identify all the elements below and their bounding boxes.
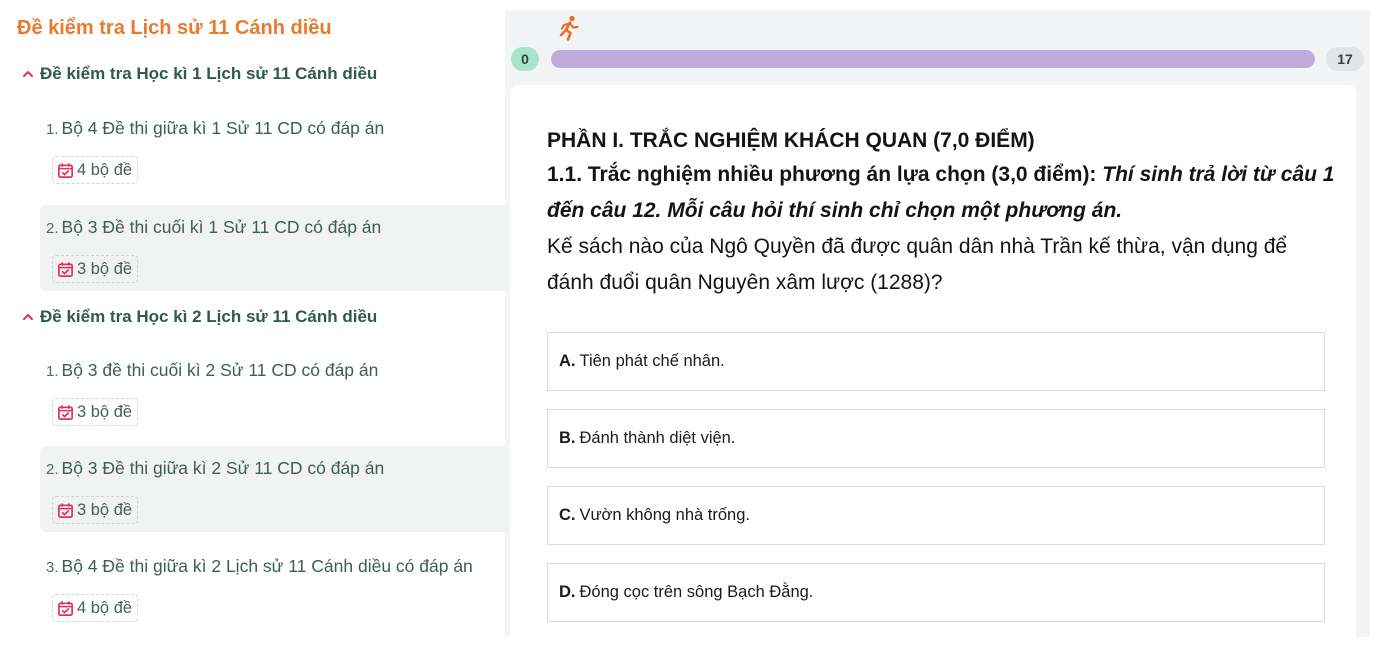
question-block: 1.1. Trắc nghiệm nhiều phương án lựa chọ…: [547, 157, 1337, 301]
badge-label: 3 bộ đề: [77, 259, 133, 278]
progress-bar-fill: [551, 50, 1315, 68]
count-badge: 4 bộ đề: [52, 594, 139, 622]
calendar-check-icon: [58, 502, 73, 518]
list-item[interactable]: 3. Bộ 4 Đề thi giữa kì 2 Lịch sử 11 Cánh …: [40, 544, 505, 630]
list-item-number: 1.: [46, 363, 59, 380]
count-badge: 4 bộ đề: [52, 156, 139, 184]
list-item-number: 2.: [46, 461, 59, 478]
option-text: Đánh thành diệt viện.: [579, 429, 736, 447]
option-letter: D.: [559, 583, 576, 601]
quiz-pane: 0 17 PHẦN I. TRẮC NGHIỆM KHÁCH QUAN (7,0…: [505, 10, 1370, 645]
list-item[interactable]: 1. Bộ 3 đề thi cuối kì 2 Sử 11 CD có đáp …: [40, 348, 505, 434]
progress-total-count: 17: [1326, 47, 1364, 71]
question-text: Kế sách nào của Ngô Quyền đã được quân d…: [547, 235, 1288, 294]
progress-start-count: 0: [511, 47, 539, 71]
option-letter: B.: [559, 429, 576, 447]
calendar-check-icon: [58, 404, 73, 420]
list-item[interactable]: 2. Bộ 3 Đề thi giữa kì 2 Sử 11 CD có đáp …: [40, 446, 505, 532]
answer-option-b[interactable]: B. Đánh thành diệt viện.: [547, 409, 1325, 468]
question-card: PHẦN I. TRẮC NGHIỆM KHÁCH QUAN (7,0 ĐIỂM…: [510, 85, 1356, 645]
calendar-check-icon: [58, 261, 73, 277]
list-item-title[interactable]: Bộ 4 Đề thi giữa kì 2 Lịch sử 11 Cánh di…: [62, 556, 473, 576]
list-item-title[interactable]: Bộ 3 Đề thi giữa kì 2 Sử 11 CD có đáp án: [62, 458, 385, 478]
count-badge: 3 bộ đề: [52, 255, 139, 283]
part-title: PHẦN I. TRẮC NGHIỆM KHÁCH QUAN (7,0 ĐIỂM…: [547, 129, 1035, 152]
badge-label: 3 bộ đề: [77, 402, 133, 421]
count-badge: 3 bộ đề: [52, 496, 139, 524]
badge-label: 4 bộ đề: [77, 598, 133, 617]
list-item-title[interactable]: Bộ 4 Đề thi giữa kì 1 Sử 11 CD có đáp án: [62, 118, 385, 138]
calendar-check-icon: [58, 600, 73, 616]
group-heading-hk1[interactable]: Đề kiểm tra Học kì 1 Lịch sử 11 Cánh diề…: [22, 64, 377, 84]
list-item[interactable]: 2. Bộ 3 Đề thi cuối kì 1 Sử 11 CD có đáp …: [40, 205, 505, 291]
answer-option-a[interactable]: A. Tiên phát chế nhân.: [547, 332, 1325, 391]
answer-option-d[interactable]: D. Đóng cọc trên sông Bạch Đằng.: [547, 563, 1325, 622]
option-letter: C.: [559, 506, 576, 524]
sidebar-title[interactable]: Đề kiểm tra Lịch sử 11 Cánh diều: [17, 17, 332, 40]
calendar-check-icon: [58, 162, 73, 178]
list-item-number: 2.: [46, 220, 59, 237]
badge-label: 3 bộ đề: [77, 500, 133, 519]
list-item-title[interactable]: Bộ 3 Đề thi cuối kì 1 Sử 11 CD có đáp án: [62, 217, 382, 237]
list-item-number: 3.: [46, 559, 59, 576]
badge-label: 4 bộ đề: [77, 160, 133, 179]
group-heading-hk2[interactable]: Đề kiểm tra Học kì 2 Lịch sử 11 Cánh diề…: [22, 307, 377, 327]
count-badge: 3 bộ đề: [52, 398, 139, 426]
chevron-up-icon[interactable]: [22, 68, 34, 80]
sidebar: Đề kiểm tra Lịch sử 11 Cánh diều Đề kiểm…: [0, 0, 505, 637]
progress-bar: [551, 50, 1315, 68]
answer-option-c[interactable]: C. Vườn không nhà trống.: [547, 486, 1325, 545]
group-heading-label: Đề kiểm tra Học kì 1 Lịch sử 11 Cánh diề…: [40, 64, 378, 83]
list-item[interactable]: 1. Bộ 4 Đề thi giữa kì 1 Sử 11 CD có đáp …: [40, 106, 505, 192]
list-item-number: 1.: [46, 121, 59, 138]
option-text: Tiên phát chế nhân.: [579, 352, 725, 370]
list-item-title[interactable]: Bộ 3 đề thi cuối kì 2 Sử 11 CD có đáp án: [62, 360, 379, 380]
group-heading-label: Đề kiểm tra Học kì 2 Lịch sử 11 Cánh diề…: [40, 307, 378, 326]
section-title: 1.1. Trắc nghiệm nhiều phương án lựa chọ…: [547, 163, 1097, 186]
option-letter: A.: [559, 352, 576, 370]
running-person-icon: [559, 15, 579, 41]
option-text: Đóng cọc trên sông Bạch Đằng.: [579, 583, 814, 601]
option-text: Vườn không nhà trống.: [579, 506, 750, 524]
chevron-up-icon[interactable]: [22, 311, 34, 323]
